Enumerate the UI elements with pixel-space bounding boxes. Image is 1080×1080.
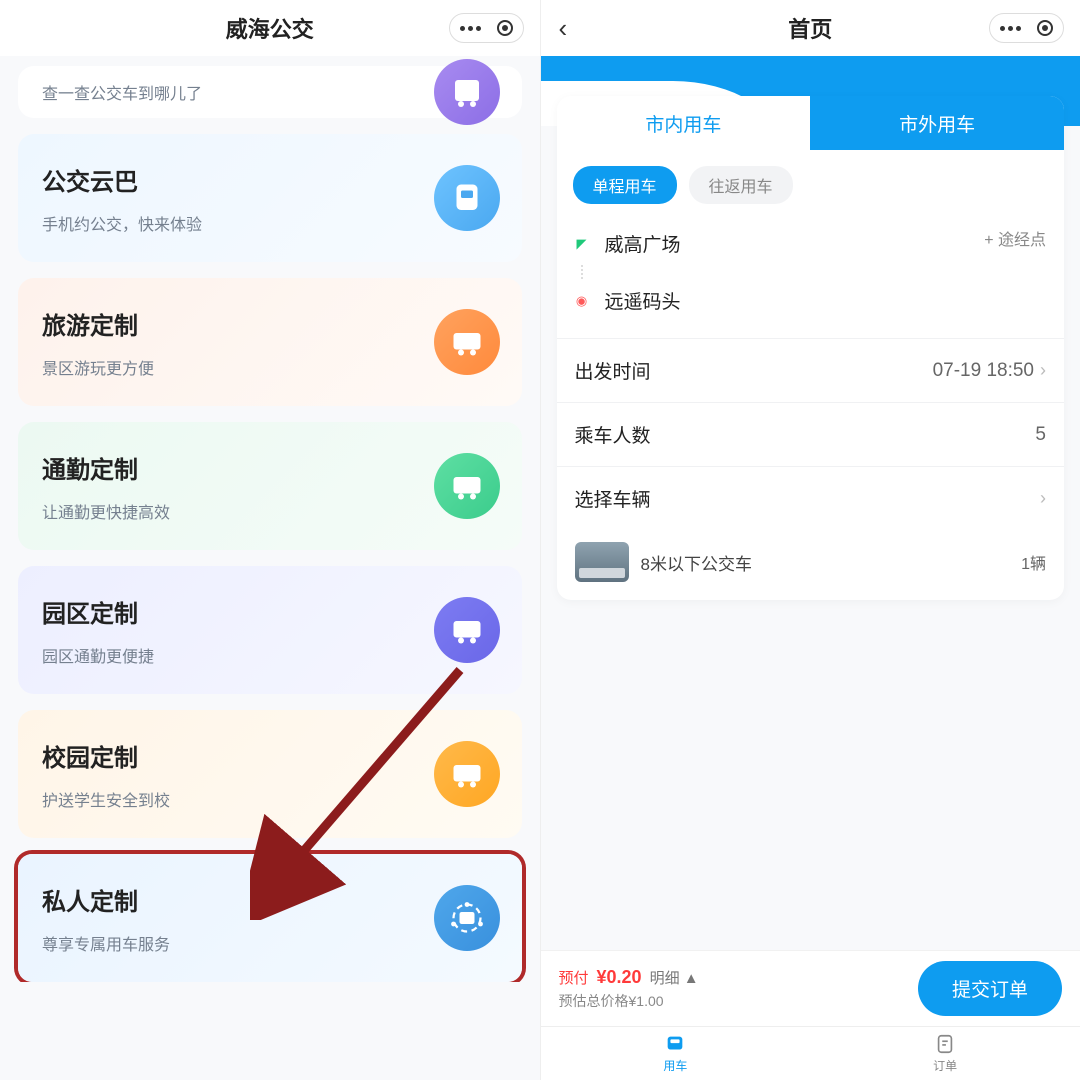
row-depart-time[interactable]: 出发时间 07-19 18:50 › [557, 338, 1065, 402]
card-tourism[interactable]: 旅游定制 景区游玩更方便 [18, 278, 522, 406]
passenger-label: 乘车人数 [575, 421, 651, 448]
navbar-right: ‹ 首页 [541, 0, 1080, 56]
depart-time-label: 出发时间 [575, 357, 651, 384]
tab-city-out[interactable]: 市外用车 [810, 96, 1064, 150]
cloud-bus-icon [434, 165, 500, 231]
card-park[interactable]: 园区定制 园区通勤更便捷 [18, 566, 522, 694]
depart-time-value: 07-19 18:50 [933, 360, 1034, 382]
passenger-value: 5 [1035, 424, 1046, 446]
chevron-right-icon: › [1040, 488, 1046, 509]
card-school[interactable]: 校园定制 护送学生安全到校 [18, 710, 522, 838]
route-section: ◤ 威高广场 ◉ 远遥码头 + 途经点 [557, 214, 1065, 338]
more-icon[interactable] [1000, 26, 1021, 31]
tab-round-trip[interactable]: 往返用车 [689, 166, 793, 204]
card-realtime-bus[interactable]: 查一查公交车到哪儿了 [18, 66, 522, 118]
vehicle-count: 1辆 [1021, 550, 1046, 574]
submit-order-button[interactable]: 提交订单 [918, 961, 1062, 1016]
end-point[interactable]: ◉ 远遥码头 [573, 279, 1049, 322]
miniprogram-capsule[interactable] [449, 13, 524, 43]
price-detail-toggle[interactable]: 明细 ▲ [650, 967, 699, 988]
miniprogram-capsule[interactable] [989, 13, 1064, 43]
card-subtitle: 手机约公交，快来体验 [42, 211, 498, 235]
card-commute[interactable]: 通勤定制 让通勤更快捷高效 [18, 422, 522, 550]
navbar-title: 首页 [788, 12, 832, 44]
trip-type-tabs: 单程用车 往返用车 [557, 150, 1065, 214]
tab-order[interactable]: 订单 [810, 1027, 1080, 1080]
right-phone-screen: ‹ 首页 市内用车 市外用车 单程用车 往返用车 ◤ 威高广场 ◉ 远遥码头 + [541, 0, 1080, 1080]
prepay-amount: ¥0.20 [597, 967, 642, 988]
school-bus-icon [434, 741, 500, 807]
tab-car-label: 用车 [663, 1057, 687, 1074]
end-pin-icon: ◉ [573, 292, 591, 310]
commute-bus-icon [434, 453, 500, 519]
card-title: 园区定制 [42, 594, 498, 629]
bus-thumbnail [575, 542, 629, 582]
booking-panel: 市内用车 市外用车 单程用车 往返用车 ◤ 威高广场 ◉ 远遥码头 + 途经点 … [557, 96, 1065, 600]
card-subtitle: 让通勤更快捷高效 [42, 499, 498, 523]
service-card-list: 查一查公交车到哪儿了 公交云巴 手机约公交，快来体验 旅游定制 景区游玩更方便 … [0, 56, 540, 982]
more-icon[interactable] [460, 26, 481, 31]
vehicle-name: 8米以下公交车 [641, 550, 1010, 575]
card-subtitle: 查一查公交车到哪儿了 [42, 80, 498, 104]
back-icon[interactable]: ‹ [559, 13, 568, 44]
end-point-label: 远遥码头 [605, 287, 681, 314]
bus-realtime-icon [434, 59, 500, 125]
vehicle-item[interactable]: 8米以下公交车 1辆 [557, 530, 1065, 600]
card-title: 校园定制 [42, 738, 498, 773]
tab-car[interactable]: 用车 [541, 1027, 811, 1080]
tab-single-trip[interactable]: 单程用车 [573, 166, 677, 204]
card-title: 私人定制 [42, 882, 498, 917]
park-bus-icon [434, 597, 500, 663]
card-title: 旅游定制 [42, 306, 498, 341]
price-block: 预付 ¥0.20 明细 ▲ 预估总价格¥1.00 [559, 967, 902, 1011]
chevron-right-icon: › [1040, 360, 1046, 381]
start-point[interactable]: ◤ 威高广场 [573, 222, 1049, 265]
order-icon [933, 1033, 957, 1055]
route-divider [581, 265, 1049, 279]
card-title: 通勤定制 [42, 450, 498, 485]
bottom-tabbar: 用车 订单 [541, 1026, 1080, 1080]
price-footer: 预付 ¥0.20 明细 ▲ 预估总价格¥1.00 提交订单 [541, 950, 1080, 1026]
card-subtitle: 景区游玩更方便 [42, 355, 498, 379]
card-cloud-bus[interactable]: 公交云巴 手机约公交，快来体验 [18, 134, 522, 262]
navbar-left: 威海公交 [0, 0, 540, 56]
prepay-label: 预付 [559, 967, 589, 988]
close-target-icon[interactable] [497, 20, 513, 36]
card-subtitle: 园区通勤更便捷 [42, 643, 498, 667]
card-title: 公交云巴 [42, 162, 498, 197]
card-personal[interactable]: 私人定制 尊享专属用车服务 [18, 854, 522, 982]
start-point-label: 威高广场 [605, 230, 681, 257]
city-tabs: 市内用车 市外用车 [557, 96, 1065, 150]
card-subtitle: 护送学生安全到校 [42, 787, 498, 811]
select-vehicle-label: 选择车辆 [575, 485, 651, 512]
card-subtitle: 尊享专属用车服务 [42, 931, 498, 955]
row-select-vehicle[interactable]: 选择车辆 › [557, 466, 1065, 530]
navbar-title: 威海公交 [226, 12, 314, 44]
tab-city-in[interactable]: 市内用车 [557, 96, 811, 150]
personal-bus-icon [434, 885, 500, 951]
car-icon [663, 1033, 687, 1055]
left-phone-screen: 威海公交 查一查公交车到哪儿了 公交云巴 手机约公交，快来体验 旅游定制 景区游… [0, 0, 541, 1080]
tourism-bus-icon [434, 309, 500, 375]
tab-order-label: 订单 [933, 1057, 957, 1074]
price-total: 预估总价格¥1.00 [559, 991, 902, 1011]
add-via-point[interactable]: + 途经点 [984, 226, 1046, 250]
row-passengers[interactable]: 乘车人数 5 [557, 402, 1065, 466]
close-target-icon[interactable] [1037, 20, 1053, 36]
start-pin-icon: ◤ [573, 235, 591, 253]
